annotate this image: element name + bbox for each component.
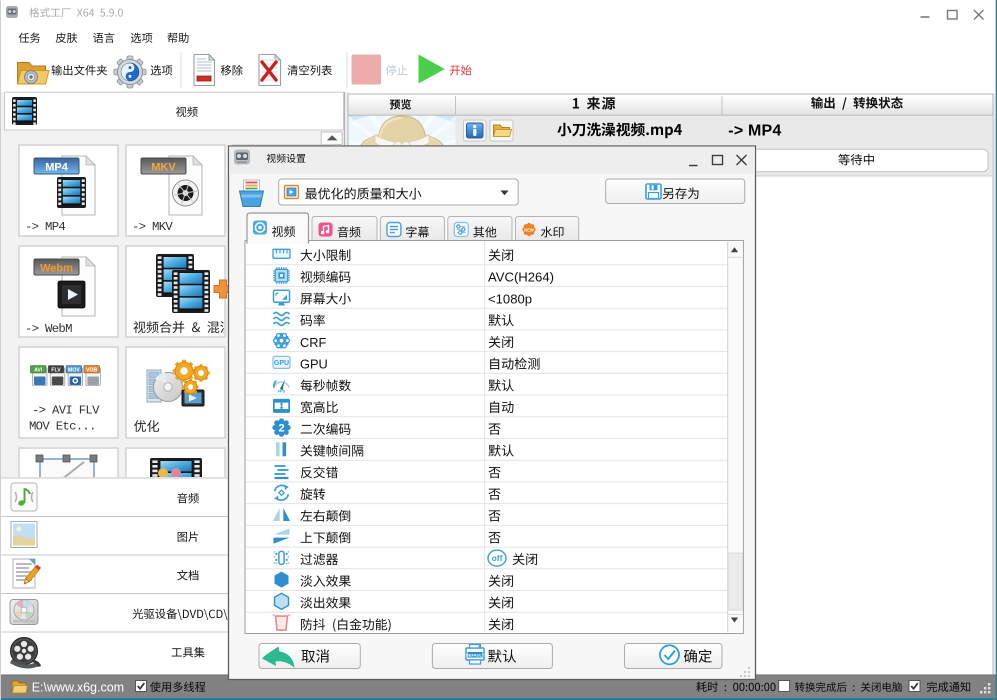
svg-text:MOV: MOV xyxy=(68,367,80,373)
svg-text:E:\www.x6g.com: E:\www.x6g.com xyxy=(32,681,124,695)
svg-text:-> MKV: -> MKV xyxy=(132,220,173,234)
svg-text:Webm: Webm xyxy=(40,263,73,275)
svg-text:GPU: GPU xyxy=(274,360,289,367)
svg-text:FPS: FPS xyxy=(278,390,286,394)
svg-text:MP4: MP4 xyxy=(45,162,69,174)
svg-text:CRF: CRF xyxy=(300,335,326,350)
svg-text:-> AVI FLV: -> AVI FLV xyxy=(32,404,100,418)
svg-text:GPU: GPU xyxy=(300,357,328,372)
svg-text:-> WebM: -> WebM xyxy=(25,322,72,336)
svg-text:<1080p: <1080p xyxy=(488,291,532,306)
svg-text:off: off xyxy=(492,553,503,563)
svg-text:AVI: AVI xyxy=(34,367,43,373)
svg-text:-> MP4: -> MP4 xyxy=(25,220,65,234)
svg-text:-> MP4: -> MP4 xyxy=(728,123,781,140)
svg-text:FLV: FLV xyxy=(51,367,61,373)
svg-text:MKV: MKV xyxy=(151,162,176,174)
svg-text:MOV Etc...: MOV Etc... xyxy=(29,420,96,434)
svg-text:AVC(H264): AVC(H264) xyxy=(488,270,554,285)
svg-text:VOB: VOB xyxy=(86,367,97,373)
svg-text:2: 2 xyxy=(278,423,284,435)
svg-text:DEFAULT: DEFAULT xyxy=(466,653,485,658)
svg-text:NEW: NEW xyxy=(524,228,534,233)
